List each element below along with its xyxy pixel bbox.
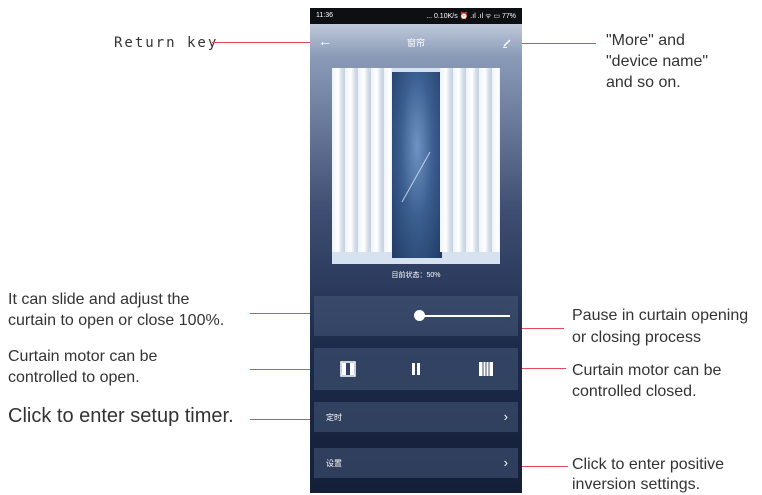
annotation-inversion-line1: Click to enter positive <box>572 456 725 473</box>
chevron-right-icon: › <box>503 455 508 470</box>
annotation-more-line2: "device name" <box>606 53 709 70</box>
annotation-pause-line1: Pause in curtain opening <box>572 307 749 324</box>
annotation-inversion-line2: inversion settings. <box>572 476 701 493</box>
annotation-slide-line1: It can slide and adjust the <box>8 291 190 308</box>
menu-item-settings[interactable]: 设置 › <box>314 448 518 478</box>
curtain-visual <box>332 68 500 264</box>
menu-item-timer[interactable]: 定时 › <box>314 402 518 432</box>
page-title: 窗帘 <box>406 38 425 48</box>
annotation-setup-timer: Click to enter setup timer. <box>8 405 234 427</box>
annotation-line-return <box>212 42 322 43</box>
window-sky <box>392 72 442 258</box>
chevron-right-icon: › <box>503 409 508 424</box>
annotation-pause-line2: or closing process <box>572 329 701 346</box>
status-indicators: ... 0.10K/s ⏰ .ıl .ıl ᯤ ▭ 77% <box>426 13 516 20</box>
curtain-state-text: 目前状态：50% <box>391 272 441 279</box>
curtain-panel-right <box>440 68 500 252</box>
slider-handle[interactable] <box>414 310 425 321</box>
annotation-closed-line1: Curtain motor can be <box>572 362 722 379</box>
slider-track[interactable] <box>418 315 510 317</box>
annotation-slide-line2: curtain to open or close 100%. <box>8 312 225 329</box>
status-bar: 11:36 ... 0.10K/s ⏰ .ıl .ıl ᯤ ▭ 77% <box>310 8 522 24</box>
status-time: 11:36 <box>316 12 333 19</box>
menu-label-settings: 设置 <box>326 459 342 468</box>
pause-icon[interactable] <box>408 361 424 377</box>
annotation-open-line2: controlled to open. <box>8 369 140 386</box>
menu-label-timer: 定时 <box>326 413 342 422</box>
annotation-open-line1: Curtain motor can be <box>8 348 158 365</box>
slider-row <box>314 296 518 336</box>
annotation-more-line1: "More" and <box>606 32 685 49</box>
curtain-close-icon[interactable] <box>478 361 494 377</box>
phone-screen: 11:36 ... 0.10K/s ⏰ .ıl .ıl ᯤ ▭ 77% ← 窗帘… <box>310 8 522 493</box>
top-bar: ← 窗帘 <box>310 24 522 60</box>
annotation-return-key: Return key <box>114 35 219 51</box>
curtain-open-icon[interactable] <box>340 361 356 377</box>
annotation-closed-line2: controlled closed. <box>572 383 697 400</box>
curtain-panel-left <box>332 68 392 252</box>
annotation-more-line3: and so on. <box>606 74 681 91</box>
pencil-icon[interactable] <box>502 35 512 53</box>
annotation-line-more <box>520 43 596 44</box>
control-row <box>314 348 518 390</box>
